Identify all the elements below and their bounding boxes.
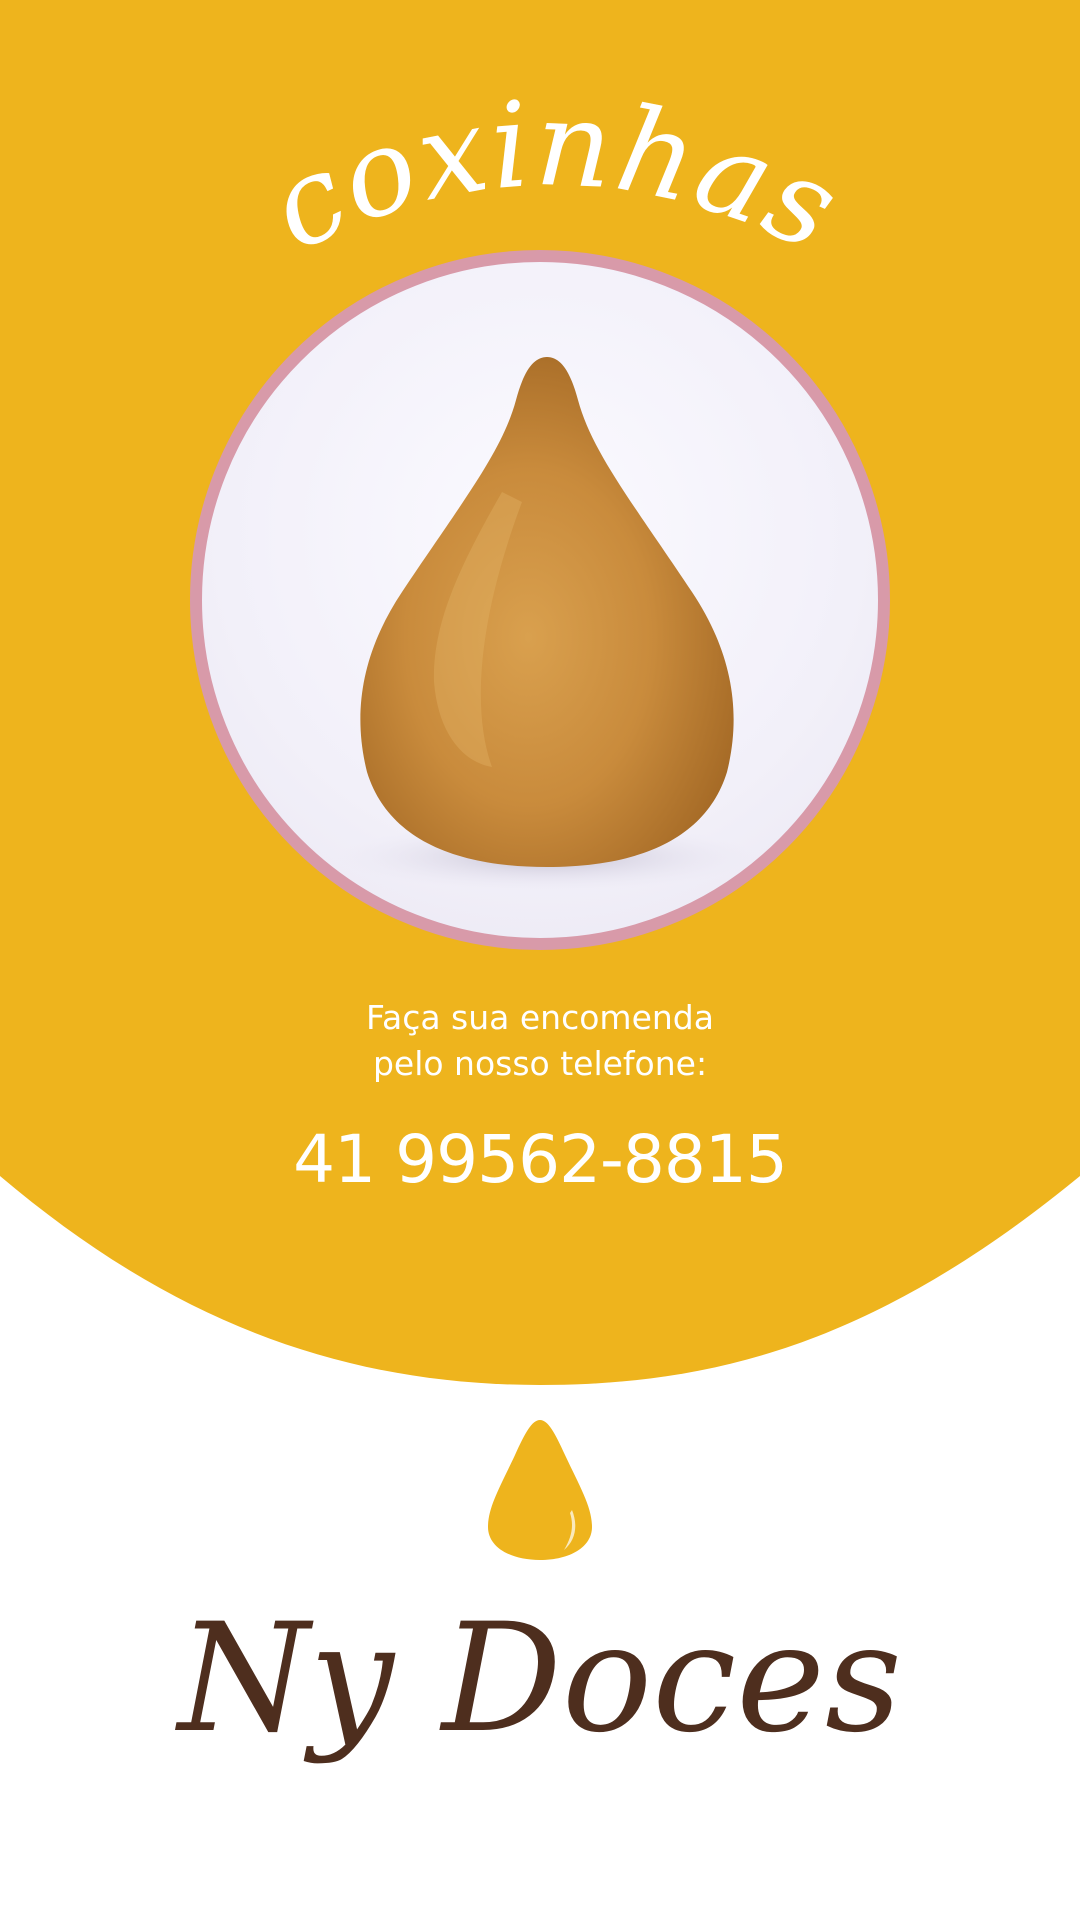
coxinha-image: [337, 357, 757, 891]
drop-icon: [488, 1420, 592, 1560]
brand-logo: Ny Doces: [175, 1592, 902, 1766]
order-instructions: Faça sua encomenda pelo nosso telefone:: [240, 995, 840, 1087]
phone-number: 41 99562-8815: [293, 1121, 788, 1198]
order-line-2: pelo nosso telefone:: [372, 1044, 708, 1083]
flyer: coxinhas Faça sua encomenda pelo nosso t…: [0, 0, 1080, 1920]
product-photo-frame: [190, 250, 890, 950]
coxinha-body: [360, 357, 734, 867]
order-line-1: Faça sua encomenda: [366, 998, 714, 1037]
brand-name: Ny Doces: [175, 1592, 902, 1766]
page-title: coxinhas: [249, 74, 860, 278]
